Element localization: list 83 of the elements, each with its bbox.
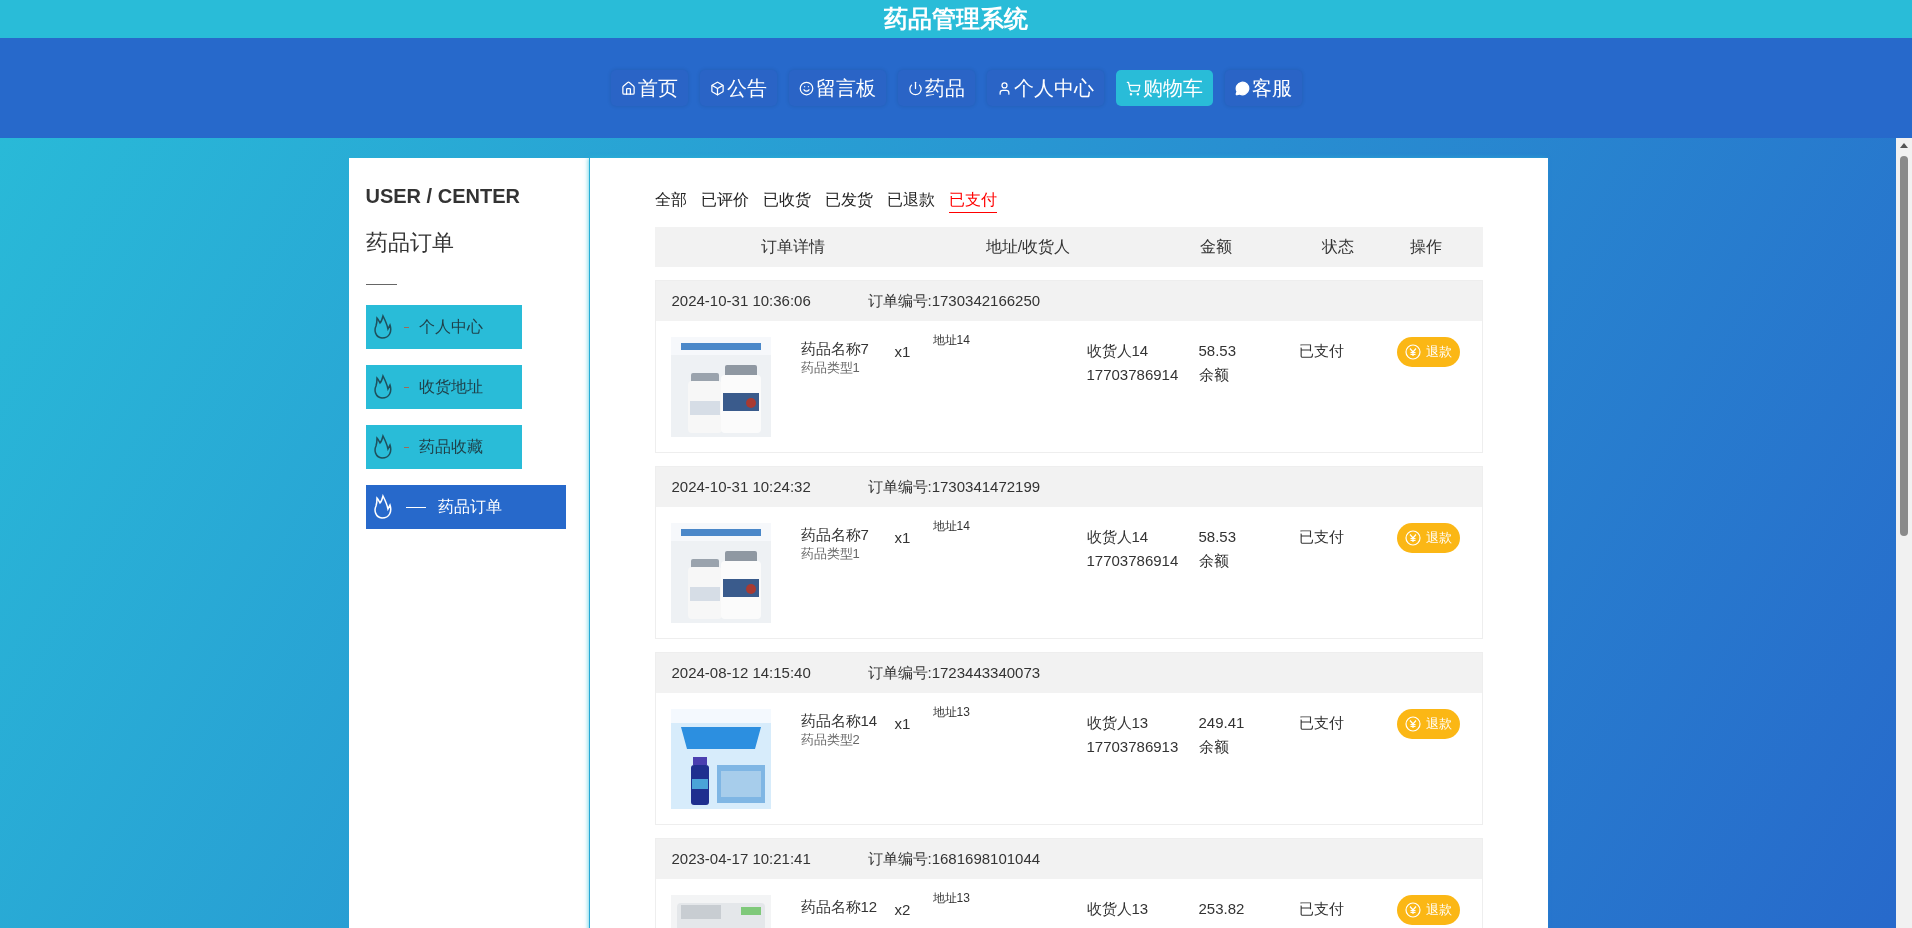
flame-icon <box>371 374 394 400</box>
column-header: 金额 <box>1198 237 1233 257</box>
address: 地址14 <box>932 519 971 533</box>
sidebar-item[interactable]: 收货地址 <box>365 365 522 409</box>
scrollbar-thumb[interactable] <box>1900 156 1908 536</box>
order-status: 已支付 <box>1298 713 1345 733</box>
sidebar-item[interactable]: 药品订单 <box>365 485 566 529</box>
quantity: x1 <box>894 342 912 362</box>
column-header: 状态 <box>1321 237 1355 257</box>
product-name: 药品名称14 <box>800 711 879 731</box>
flame-icon <box>371 314 394 340</box>
product-name: 药品名称7 <box>800 339 870 359</box>
power-icon <box>907 80 923 96</box>
order-amount: 249.41 <box>1198 713 1246 733</box>
product-type: 药品类型1 <box>800 545 861 563</box>
home-icon <box>620 80 636 96</box>
sidebar-subtitle: 药品订单 <box>365 229 455 257</box>
site-title: 药品管理系统 <box>884 4 1028 34</box>
status-tab[interactable]: 全部 <box>654 189 687 212</box>
chat-icon <box>1234 80 1250 96</box>
sidebar-item[interactable]: 个人中心 <box>365 305 522 349</box>
payment-method: 余额 <box>1198 551 1230 571</box>
status-tab[interactable]: 已发货 <box>824 189 873 212</box>
receiver-name: 收货人14 <box>1086 341 1150 361</box>
receiver-name: 收货人13 <box>1086 713 1150 733</box>
order-number: 订单编号:1730342166250 <box>867 290 1041 311</box>
yen-icon <box>1404 344 1421 360</box>
status-tab[interactable]: 已评价 <box>700 189 749 212</box>
column-header: 订单详情 <box>759 237 826 257</box>
smiley-icon <box>798 80 814 96</box>
product-name: 药品名称7 <box>800 525 870 545</box>
nav-link[interactable]: 个人中心 <box>986 70 1104 106</box>
receiver-phone: 17703786914 <box>1086 365 1180 385</box>
receiver-phone: 17703786913 <box>1086 737 1180 757</box>
quantity: x2 <box>894 900 912 920</box>
status-tab[interactable]: 已收货 <box>762 189 811 212</box>
cube-icon <box>709 80 725 96</box>
order-time: 2024-10-31 10:36:06 <box>671 290 812 311</box>
nav-link[interactable]: 公告 <box>699 70 777 106</box>
nav-link[interactable]: 留言板 <box>788 70 886 106</box>
receiver-name: 收货人14 <box>1086 527 1150 547</box>
address: 地址13 <box>932 891 971 905</box>
column-header: 地址/收货人 <box>984 237 1072 257</box>
order-number: 订单编号:1730341472199 <box>867 476 1041 497</box>
order-time: 2024-08-12 14:15:40 <box>671 662 812 683</box>
product-name: 药品名称12 <box>800 897 879 917</box>
nav-link[interactable]: 药品 <box>897 70 975 106</box>
sidebar-heading: USER / CENTER <box>365 184 521 209</box>
product-type: 药品类型2 <box>800 731 861 749</box>
address: 地址14 <box>932 333 971 347</box>
order-status: 已支付 <box>1298 527 1345 547</box>
status-tab[interactable]: 已支付 <box>948 189 997 213</box>
quantity: x1 <box>894 528 912 548</box>
quantity: x1 <box>894 714 912 734</box>
nav-link[interactable]: 首页 <box>610 70 688 106</box>
order-number: 订单编号:1681698101044 <box>867 848 1041 869</box>
order-amount: 253.82 <box>1198 899 1246 919</box>
yen-icon <box>1404 716 1421 732</box>
user-icon <box>996 80 1012 96</box>
sidebar-item[interactable]: 药品收藏 <box>365 425 522 469</box>
column-header: 操作 <box>1408 237 1443 257</box>
product-type: 药品类型1 <box>800 359 861 377</box>
yen-icon <box>1404 530 1421 546</box>
flame-icon <box>371 494 394 520</box>
address: 地址13 <box>932 705 971 719</box>
scroll-up-icon[interactable] <box>1900 142 1908 148</box>
payment-method: 余额 <box>1198 737 1230 757</box>
payment-method: 余额 <box>1198 365 1230 385</box>
order-status: 已支付 <box>1298 899 1345 919</box>
order-time: 2023-04-17 10:21:41 <box>671 848 812 869</box>
order-amount: 58.53 <box>1198 341 1238 361</box>
receiver-phone: 17703786914 <box>1086 551 1180 571</box>
nav-link[interactable]: 客服 <box>1224 70 1302 106</box>
order-time: 2024-10-31 10:24:32 <box>671 476 812 497</box>
cart-icon <box>1125 80 1141 96</box>
order-number: 订单编号:1723443340073 <box>867 662 1041 683</box>
yen-icon <box>1404 902 1421 918</box>
order-status: 已支付 <box>1298 341 1345 361</box>
scrollbar[interactable] <box>1896 138 1912 928</box>
order-amount: 58.53 <box>1198 527 1238 547</box>
status-tab[interactable]: 已退款 <box>886 189 935 212</box>
flame-icon <box>371 434 394 460</box>
receiver-name: 收货人13 <box>1086 899 1150 919</box>
